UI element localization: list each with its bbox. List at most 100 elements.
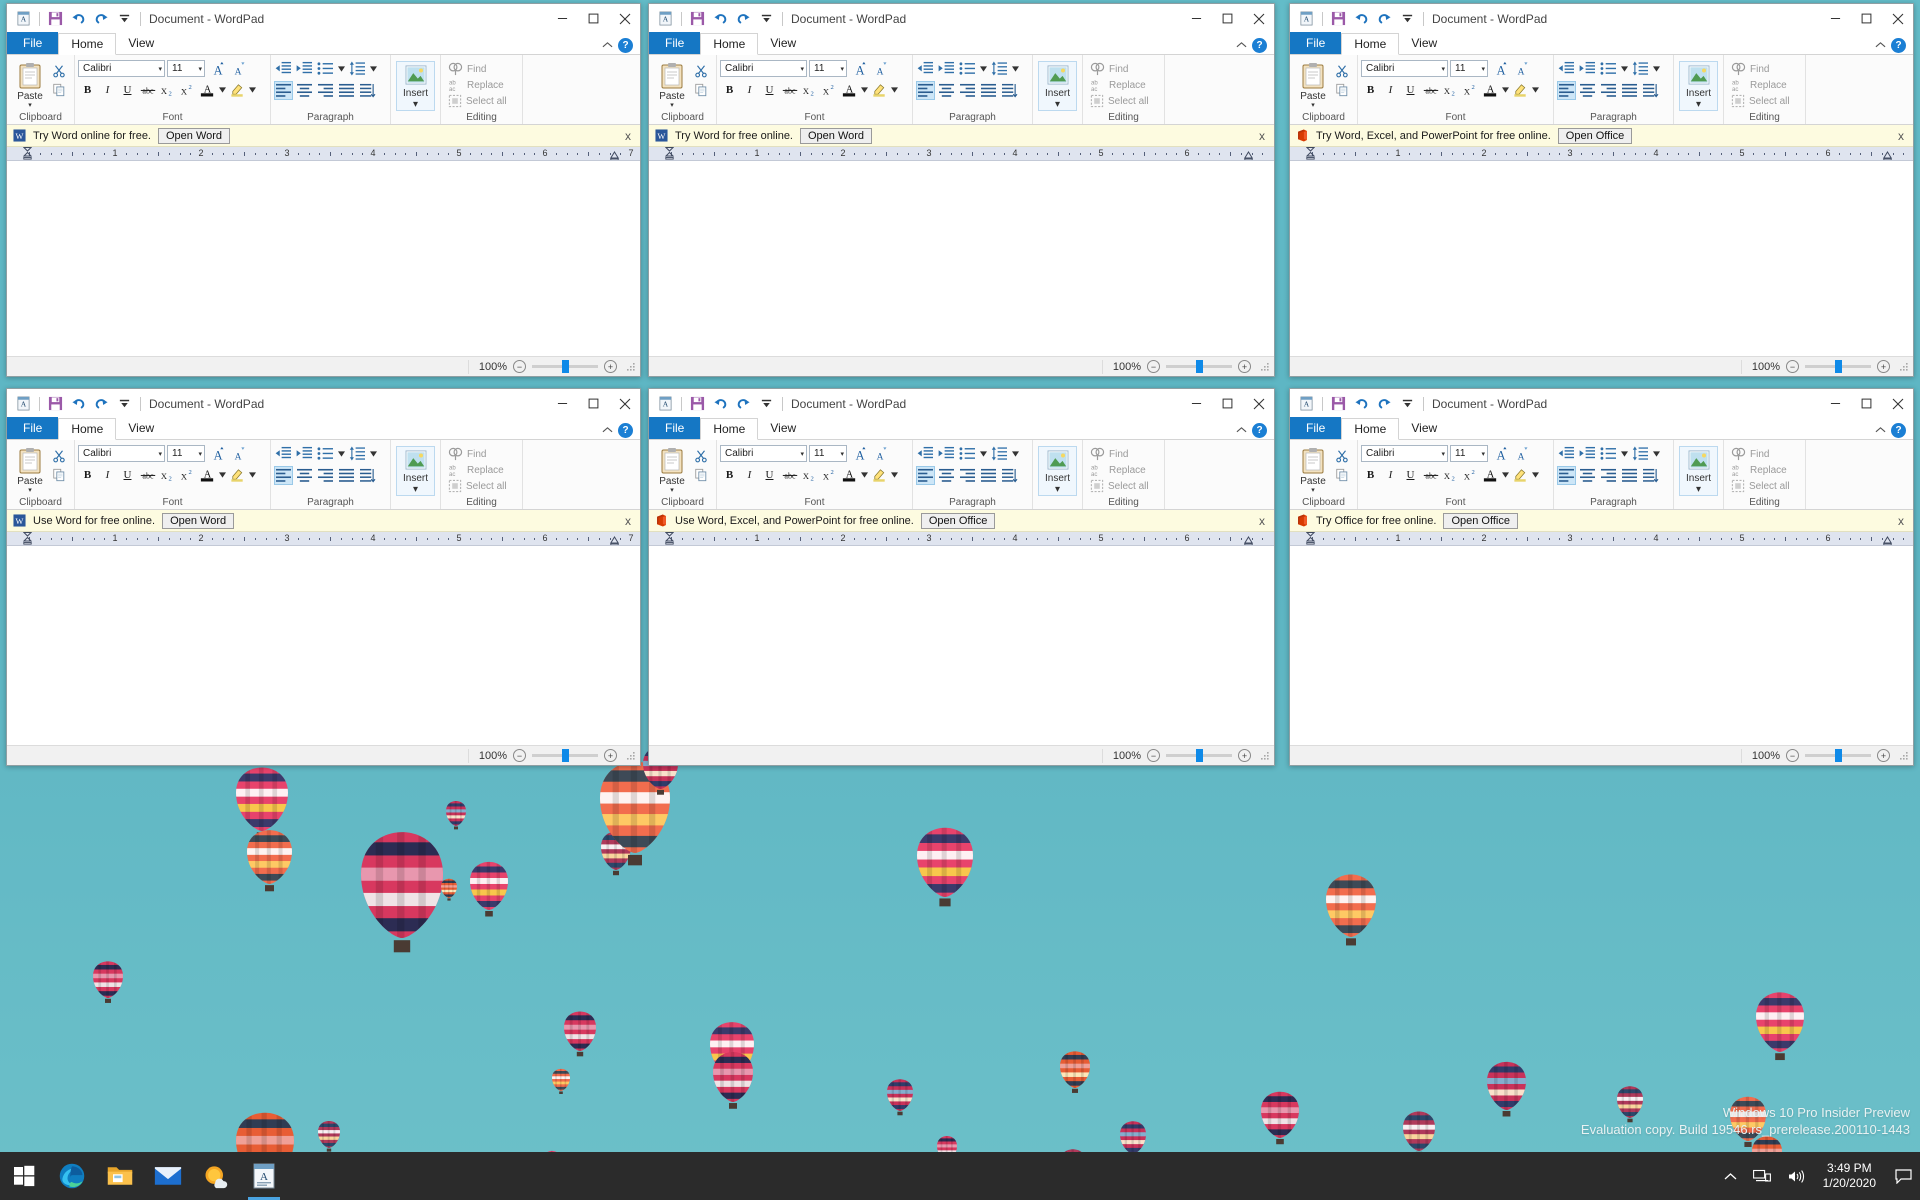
ribbon[interactable]: Paste ▾ Clipboard Calibri ▾ 11 ▾ A A B I Uabc X 2 X 2 A F… [649,55,1274,125]
zoom-out-button[interactable]: − [1786,749,1799,762]
tab-view[interactable]: View [1399,32,1449,54]
line-spacing-dropdown[interactable] [1652,59,1661,78]
zoom-in-button[interactable]: + [1238,360,1251,373]
line-spacing-dropdown[interactable] [369,444,378,463]
zoom-slider[interactable] [1805,749,1871,762]
resize-grip[interactable] [1899,362,1909,372]
text-color-dropdown[interactable] [218,465,227,484]
close-button[interactable] [1882,4,1913,33]
undo-icon[interactable] [1351,393,1372,414]
taskbar-edge[interactable] [48,1152,96,1200]
close-promo-icon[interactable]: x [1256,514,1268,528]
font-size-combo[interactable]: 11 ▾ [167,60,205,77]
align-left-button[interactable] [916,466,935,485]
open-office-button[interactable]: Open Word [158,127,231,144]
line-spacing-dropdown[interactable] [1011,444,1020,463]
tab-file[interactable]: File [7,417,59,439]
paragraph-settings-button[interactable] [1000,466,1019,485]
minimize-button[interactable] [547,389,578,418]
ribbon-tabs[interactable]: File Home View? [649,417,1274,440]
collapse-ribbon-button[interactable] [1875,421,1886,439]
highlight-button[interactable] [1511,80,1530,99]
text-color-button[interactable]: A [1481,80,1500,99]
justify-button[interactable] [979,81,998,100]
ribbon[interactable]: Paste ▾ Clipboard Calibri ▾ 11 ▾ A A B I Uabc X 2 X 2 A F… [1290,440,1913,510]
chevron-down-icon[interactable]: ▾ [670,102,674,109]
bold-button[interactable]: B [720,465,739,484]
font-family-combo[interactable]: Calibri ▾ [720,60,807,77]
chevron-down-icon[interactable]: ▾ [1311,102,1315,109]
underline-button[interactable]: U [760,465,779,484]
subscript-button[interactable]: X2 [800,465,819,484]
align-center-button[interactable] [295,81,314,100]
tab-file[interactable]: File [1290,32,1342,54]
ribbon-tabs[interactable]: File Home View? [649,32,1274,55]
align-right-button[interactable] [1599,466,1618,485]
save-icon[interactable] [687,393,708,414]
minimize-button[interactable] [1181,389,1212,418]
zoom-out-button[interactable]: − [1147,360,1160,373]
system-tray[interactable]: 3:49 PM 1/20/2020 [1716,1152,1920,1200]
action-center-button[interactable] [1886,1152,1920,1200]
zoom-slider[interactable] [1166,749,1232,762]
close-promo-icon[interactable]: x [1256,129,1268,143]
zoom-out-button[interactable]: − [1147,749,1160,762]
wordpad-window-1[interactable]: A Document - WordPad File Home View? Paste ▾ Cl… [6,3,641,377]
zoom-out-button[interactable]: − [1786,360,1799,373]
ruler[interactable]: 1 2 3 4 5 6 [649,147,1274,161]
align-right-button[interactable] [958,81,977,100]
minimize-button[interactable] [1820,389,1851,418]
decrease-indent-button[interactable] [916,59,935,78]
title-bar[interactable]: A Document - WordPad [1290,4,1913,33]
zoom-in-button[interactable]: + [604,360,617,373]
resize-grip[interactable] [1260,751,1270,761]
redo-icon[interactable] [1374,393,1395,414]
tab-view[interactable]: View [116,32,166,54]
tab-file[interactable]: File [649,417,701,439]
grow-font-button[interactable]: A [207,59,226,78]
chevron-down-icon[interactable]: ▾ [1055,99,1060,110]
caption-buttons[interactable] [1820,389,1913,418]
align-right-button[interactable] [958,466,977,485]
tab-home[interactable]: Home [58,33,117,55]
tab-view[interactable]: View [758,417,808,439]
close-promo-icon[interactable]: x [1895,129,1907,143]
right-indent-marker[interactable] [1243,534,1254,545]
chevron-down-icon[interactable]: ▾ [28,487,32,494]
caption-buttons[interactable] [1181,389,1274,418]
grow-font-button[interactable]: A [849,59,868,78]
status-bar[interactable]: 100% − + [649,356,1274,376]
resize-grip[interactable] [1899,751,1909,761]
subscript-button[interactable]: X2 [1441,80,1460,99]
select-all-button[interactable]: Select all [1090,94,1159,108]
chevron-down-icon[interactable]: ▾ [670,487,674,494]
highlight-button[interactable] [228,80,247,99]
align-center-button[interactable] [1578,81,1597,100]
maximize-button[interactable] [578,4,609,33]
left-indent-marker[interactable] [664,147,675,160]
document-canvas[interactable] [1290,546,1913,745]
close-button[interactable] [609,4,640,33]
customize-qat-icon[interactable] [1397,8,1418,29]
find-button[interactable]: Find [1090,447,1159,461]
text-color-button[interactable]: A [198,80,217,99]
maximize-button[interactable] [1212,4,1243,33]
help-button[interactable]: ? [1252,422,1267,438]
italic-button[interactable]: I [740,465,759,484]
tab-view[interactable]: View [116,417,166,439]
font-family-combo[interactable]: Calibri ▾ [720,445,807,462]
highlight-button[interactable] [228,465,247,484]
title-bar[interactable]: A Document - WordPad [7,4,640,33]
font-family-combo[interactable]: Calibri ▾ [78,60,165,77]
grow-font-button[interactable]: A [207,444,226,463]
line-spacing-dropdown[interactable] [1652,444,1661,463]
ruler[interactable]: 1 2 3 4 5 6 [649,532,1274,546]
paste-button[interactable]: Paste ▾ [1293,444,1333,494]
right-indent-marker[interactable] [609,149,620,160]
caption-buttons[interactable] [1181,4,1274,33]
bullets-dropdown[interactable] [337,59,346,78]
replace-button[interactable]: ab ac Replace [1090,463,1159,478]
customize-qat-icon[interactable] [756,8,777,29]
font-family-combo[interactable]: Calibri ▾ [1361,445,1448,462]
increase-indent-button[interactable] [295,59,314,78]
